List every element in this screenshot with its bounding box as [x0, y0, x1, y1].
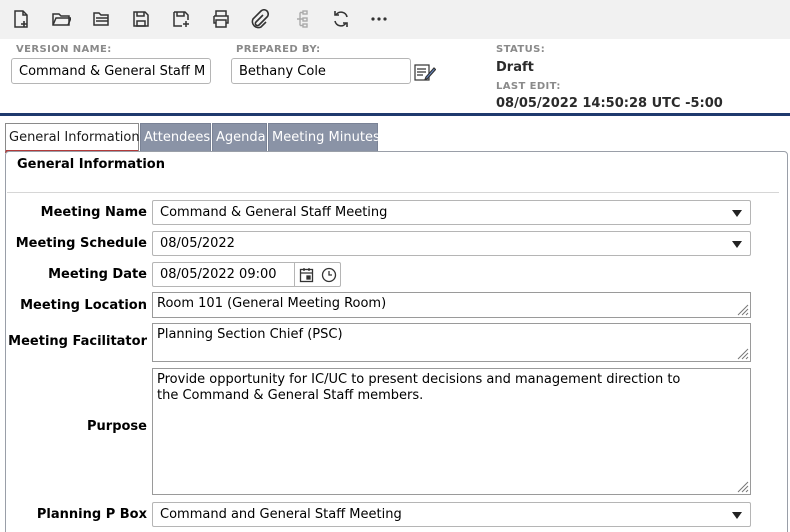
new-document-icon[interactable] [9, 7, 33, 31]
last-edit-value: 08/05/2022 14:50:28 UTC -5:00 [496, 96, 723, 111]
attachment-icon[interactable] [247, 7, 271, 31]
purpose-value: Provide opportunity for IC/UC to present… [157, 372, 681, 403]
tab-meeting-minutes[interactable]: Meeting Minutes [268, 123, 380, 151]
version-name-label: VERSION NAME: [16, 44, 112, 55]
meeting-location-label: Meeting Location [20, 298, 147, 313]
last-edit-label: LAST EDIT: [496, 81, 561, 92]
meeting-facilitator-input[interactable]: Planning Section Chief (PSC) [152, 323, 751, 362]
meeting-name-value: Command & General Staff Meeting [160, 205, 388, 220]
meeting-schedule-label: Meeting Schedule [15, 236, 147, 251]
save-as-icon[interactable] [169, 7, 193, 31]
hierarchy-icon[interactable] [289, 7, 313, 31]
planning-p-box-label: Planning P Box [36, 507, 147, 522]
prepared-by-label: PREPARED BY: [236, 44, 321, 55]
print-icon[interactable] [209, 7, 233, 31]
more-icon[interactable] [367, 7, 391, 31]
meeting-schedule-select[interactable]: 08/05/2022 [152, 231, 751, 256]
resize-grip-icon[interactable] [735, 346, 749, 360]
chevron-down-icon [732, 241, 742, 248]
chevron-down-icon [732, 210, 742, 217]
clock-icon[interactable] [320, 266, 338, 284]
purpose-input[interactable]: Provide opportunity for IC/UC to present… [152, 368, 751, 495]
section-title: General Information [17, 157, 165, 172]
resize-grip-icon[interactable] [735, 302, 749, 316]
status-label: STATUS: [496, 44, 546, 55]
purpose-label: Purpose [87, 419, 147, 434]
status-value: Draft [496, 60, 534, 75]
open-folder-icon[interactable] [49, 7, 73, 31]
meeting-date-label: Meeting Date [48, 267, 147, 282]
document-header: VERSION NAME: Command & General Staff M … [0, 39, 790, 116]
prepared-by-field[interactable]: Bethany Cole [231, 58, 411, 84]
meeting-facilitator-label: Meeting Facilitator [8, 334, 147, 349]
section-divider [7, 192, 779, 193]
tab-bar: General Information Attendees Agenda Mee… [0, 119, 790, 153]
meeting-schedule-value: 08/05/2022 [160, 236, 235, 251]
chevron-down-icon [732, 512, 742, 519]
version-name-field[interactable]: Command & General Staff M ... [11, 58, 211, 84]
toolbar [0, 0, 790, 39]
meeting-name-select[interactable]: Command & General Staff Meeting [152, 200, 751, 225]
tab-general-information[interactable]: General Information [5, 123, 140, 153]
meeting-facilitator-value: Planning Section Chief (PSC) [157, 327, 343, 342]
meeting-name-label: Meeting Name [40, 205, 147, 220]
tab-agenda[interactable]: Agenda [212, 123, 267, 151]
meeting-location-value: Room 101 (General Meeting Room) [157, 296, 387, 311]
refresh-icon[interactable] [329, 7, 353, 31]
meeting-date-field[interactable]: 08/05/2022 09:00 [152, 262, 341, 287]
calendar-icon[interactable] [298, 266, 316, 284]
planning-p-box-select[interactable]: Command and General Staff Meeting [152, 502, 751, 527]
resize-grip-icon[interactable] [735, 479, 749, 493]
tab-attendees[interactable]: Attendees [140, 123, 211, 151]
planning-p-box-value: Command and General Staff Meeting [160, 507, 402, 522]
meeting-location-input[interactable]: Room 101 (General Meeting Room) [152, 292, 751, 318]
date-separator [294, 263, 295, 286]
meeting-date-value: 08/05/2022 09:00 [160, 267, 277, 282]
edit-signature-icon[interactable] [414, 62, 437, 82]
save-icon[interactable] [129, 7, 153, 31]
open-multiple-icon[interactable] [89, 7, 113, 31]
